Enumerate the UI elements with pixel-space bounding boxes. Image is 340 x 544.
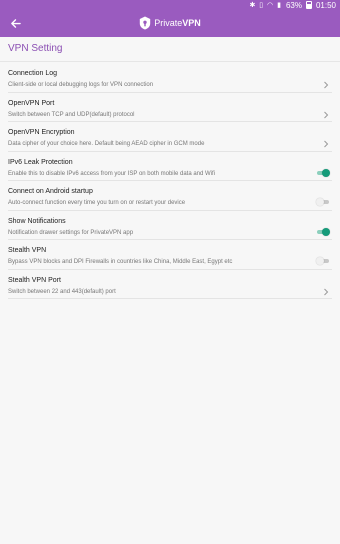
privatevpn-logo-icon	[140, 16, 151, 30]
setting-ipv6-leak-protection: IPv6 Leak Protection Enable this to disa…	[8, 152, 332, 181]
brand-name-regular: Private	[154, 18, 183, 28]
chevron-right-icon	[322, 140, 330, 148]
setting-connection-log[interactable]: Connection Log Client-side or local debu…	[8, 63, 332, 93]
status-bar-right: ✱ ▯ ◠ ▮ 63% 01:50	[249, 0, 336, 10]
settings-list: Connection Log Client-side or local debu…	[0, 63, 340, 299]
divider	[0, 61, 340, 62]
setting-description: Enable this to disable IPv6 access from …	[8, 170, 215, 177]
battery-percent: 63%	[285, 0, 302, 10]
setting-description: Data cipher of your choice here. Default…	[8, 141, 205, 147]
stealth-vpn-toggle[interactable]	[316, 257, 330, 265]
system-icons: ✱ ▯ ◠ ▮	[249, 2, 282, 9]
setting-description: Notification drawer settings for Private…	[8, 229, 134, 236]
brand-name-bold: VPN	[182, 18, 201, 28]
show-notifications-toggle[interactable]	[316, 227, 330, 236]
battery-icon	[305, 1, 312, 9]
setting-openvpn-port[interactable]: OpenVPN Port Switch between TCP and UDP(…	[8, 93, 332, 122]
setting-connect-on-startup: Connect on Android startup Auto-connect …	[8, 181, 332, 211]
connect-on-startup-toggle[interactable]	[316, 198, 330, 206]
setting-stealth-vpn-port[interactable]: Stealth VPN Port Switch between 22 and 4…	[8, 270, 332, 299]
page-title: VPN Setting	[8, 43, 63, 54]
setting-title: Connection Log	[8, 70, 58, 77]
settings-content: VPN Setting Connection Log Client-side o…	[0, 37, 340, 544]
setting-title: Stealth VPN Port	[8, 276, 61, 284]
setting-description: Switch between 22 and 443(default) port	[8, 288, 116, 295]
ipv6-leak-protection-toggle[interactable]	[316, 168, 330, 177]
brand-name: PrivateVPN	[154, 18, 201, 28]
clock: 01:50	[315, 0, 336, 10]
setting-title: OpenVPN Encryption	[8, 129, 75, 136]
setting-stealth-vpn: Stealth VPN Bypass VPN blocks and DPI Fi…	[8, 240, 332, 270]
setting-title: Connect on Android startup	[8, 188, 93, 195]
chevron-right-icon	[322, 288, 330, 296]
setting-description: Auto-connect function every time you tur…	[8, 200, 186, 206]
setting-title: Stealth VPN	[8, 247, 47, 254]
app-bar: PrivateVPN	[0, 10, 340, 37]
setting-title: Show Notifications	[8, 217, 66, 225]
chevron-right-icon	[322, 111, 330, 119]
setting-title: OpenVPN Port	[8, 99, 55, 107]
brand-logo: PrivateVPN	[0, 15, 340, 31]
setting-title: IPv6 Leak Protection	[8, 158, 73, 166]
status-bar: ✱ ▯ ◠ ▮ 63% 01:50	[0, 0, 340, 10]
setting-show-notifications: Show Notifications Notification drawer s…	[8, 211, 332, 240]
setting-openvpn-encryption[interactable]: OpenVPN Encryption Data cipher of your c…	[8, 122, 332, 152]
chevron-right-icon	[322, 81, 330, 89]
setting-description: Client-side or local debugging logs for …	[8, 82, 154, 88]
setting-description: Switch between TCP and UDP(default) prot…	[8, 111, 135, 118]
setting-description: Bypass VPN blocks and DPI Firewalls in c…	[8, 259, 233, 265]
